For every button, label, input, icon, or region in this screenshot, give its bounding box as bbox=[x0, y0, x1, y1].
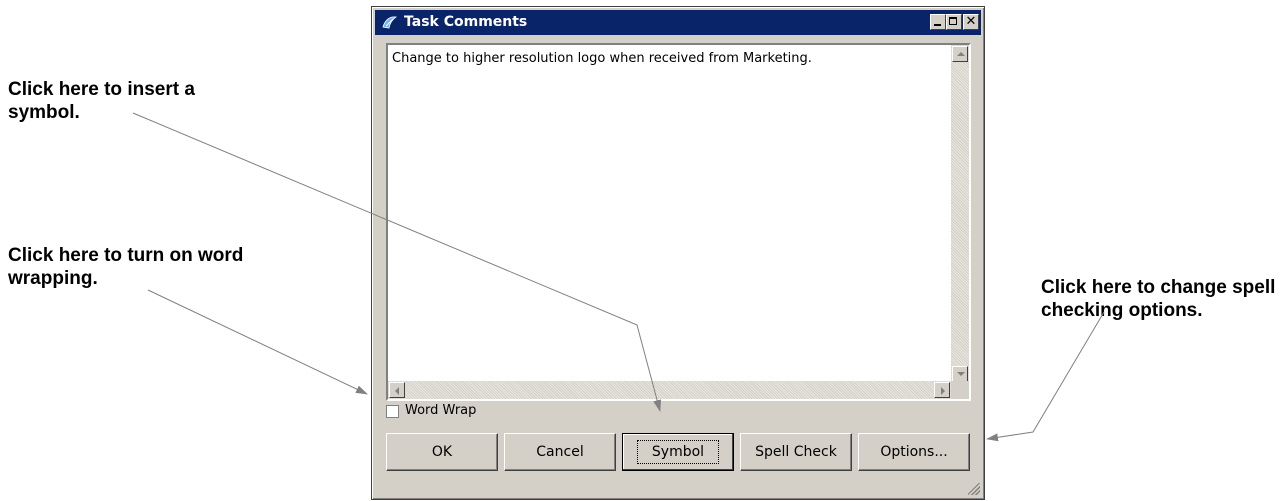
scroll-up-button[interactable] bbox=[952, 46, 968, 62]
horizontal-scrollbar[interactable] bbox=[388, 381, 951, 399]
chevron-left-icon bbox=[395, 387, 399, 395]
close-icon: ✕ bbox=[965, 14, 977, 29]
title-bar[interactable]: Task Comments ✕ bbox=[375, 10, 981, 35]
cancel-button-label: Cancel bbox=[536, 444, 584, 460]
task-comments-dialog: Task Comments ✕ Change to higher resolut… bbox=[371, 6, 985, 500]
leader-line-word-wrap bbox=[147, 289, 368, 395]
chevron-down-icon bbox=[957, 372, 965, 376]
comment-text: Change to higher resolution logo when re… bbox=[392, 51, 812, 66]
resize-grip[interactable] bbox=[968, 483, 980, 495]
symbol-button[interactable]: Symbol bbox=[622, 433, 734, 471]
scrollbar-corner bbox=[951, 381, 969, 399]
cancel-button[interactable]: Cancel bbox=[504, 433, 616, 471]
options-button[interactable]: Options... bbox=[858, 433, 970, 471]
leader-line-options bbox=[986, 311, 1105, 442]
callout-options: Click here to change spell checking opti… bbox=[1041, 277, 1276, 321]
symbol-button-label: Symbol bbox=[636, 440, 720, 464]
ok-button[interactable]: OK bbox=[386, 433, 498, 471]
close-button[interactable]: ✕ bbox=[963, 14, 979, 30]
minimize-button[interactable] bbox=[930, 14, 946, 30]
scroll-left-button[interactable] bbox=[389, 382, 405, 398]
maximize-icon bbox=[949, 17, 957, 25]
maximize-button[interactable] bbox=[946, 14, 962, 30]
vertical-scrollbar[interactable] bbox=[951, 45, 969, 383]
scroll-down-button[interactable] bbox=[952, 366, 968, 382]
chevron-up-icon bbox=[957, 52, 965, 56]
minimize-icon bbox=[934, 24, 941, 26]
word-wrap-checkbox[interactable] bbox=[386, 405, 399, 418]
window-title: Task Comments bbox=[404, 14, 528, 30]
callout-insert-symbol: Click here to insert a symbol. bbox=[8, 79, 195, 123]
spell-check-button[interactable]: Spell Check bbox=[740, 433, 852, 471]
spell-check-button-label: Spell Check bbox=[755, 444, 837, 460]
word-wrap-label[interactable]: Word Wrap bbox=[405, 403, 476, 418]
ok-button-label: OK bbox=[431, 444, 453, 460]
callout-word-wrap: Click here to turn on word wrapping. bbox=[8, 245, 244, 289]
task-comments-icon bbox=[382, 16, 398, 29]
chevron-right-icon bbox=[941, 387, 945, 395]
scroll-right-button[interactable] bbox=[934, 382, 950, 398]
comments-textarea[interactable]: Change to higher resolution logo when re… bbox=[386, 43, 971, 401]
options-button-label: Options... bbox=[880, 444, 948, 460]
